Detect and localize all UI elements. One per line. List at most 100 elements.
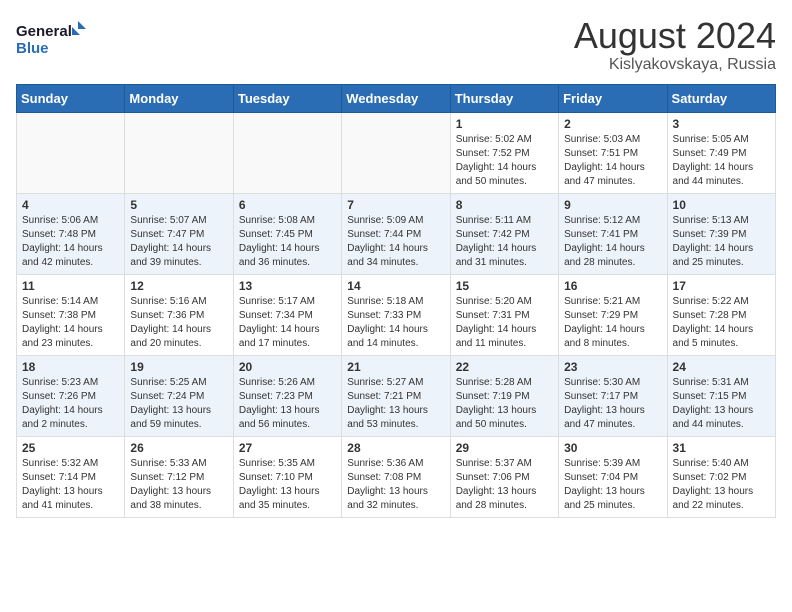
weekday-header-tuesday: Tuesday — [233, 84, 341, 112]
title-block: August 2024 Kislyakovskaya, Russia — [574, 16, 776, 74]
calendar-cell: 2Sunrise: 5:03 AM Sunset: 7:51 PM Daylig… — [559, 112, 667, 193]
calendar-cell: 14 Sunrise: 5:18 AM Sunset: 7:33 PM Dayli… — [342, 274, 450, 355]
day-info: Sunrise: 5:39 AM Sunset: 7:04 PM Dayligh… — [564, 457, 661, 513]
day-number: 16 — [564, 279, 661, 293]
weekday-header-sunday: Sunday — [17, 84, 125, 112]
calendar-cell: 31Sunrise: 5:40 AM Sunset: 7:02 PM Dayli… — [667, 436, 775, 517]
day-info: Sunrise: 5:02 AM Sunset: 7:52 PM Dayligh… — [456, 133, 553, 189]
day-info: Sunrise: 5:23 AM Sunset: 7:26 PM Dayligh… — [22, 376, 119, 432]
day-number: 12 — [130, 279, 227, 293]
day-number: 10 — [673, 198, 770, 212]
day-info: Sunrise: 5:09 AM Sunset: 7:44 PM Dayligh… — [347, 214, 444, 270]
svg-text:Blue: Blue — [16, 40, 49, 57]
day-info: Sunrise: 5:25 AM Sunset: 7:24 PM Dayligh… — [130, 376, 227, 432]
weekday-header-friday: Friday — [559, 84, 667, 112]
month-year: August 2024 — [574, 16, 776, 56]
calendar-cell: 20 Sunrise: 5:26 AM Sunset: 7:23 PM Dayli… — [233, 355, 341, 436]
day-number: 20 — [239, 360, 336, 374]
week-row-4: 18 Sunrise: 5:23 AM Sunset: 7:26 PM Dayli… — [17, 355, 776, 436]
day-number: 3 — [673, 117, 770, 131]
day-info: Sunrise: 5:22 AM Sunset: 7:28 PM Dayligh… — [673, 295, 770, 351]
day-info: Sunrise: 5:06 AM Sunset: 7:48 PM Dayligh… — [22, 214, 119, 270]
day-info: Sunrise: 5:12 AM Sunset: 7:41 PM Dayligh… — [564, 214, 661, 270]
day-number: 4 — [22, 198, 119, 212]
day-info: Sunrise: 5:13 AM Sunset: 7:39 PM Dayligh… — [673, 214, 770, 270]
svg-text:General: General — [16, 23, 72, 40]
calendar-cell: 9 Sunrise: 5:12 AM Sunset: 7:41 PM Daylig… — [559, 193, 667, 274]
day-number: 28 — [347, 441, 444, 455]
calendar-cell: 29Sunrise: 5:37 AM Sunset: 7:06 PM Dayli… — [450, 436, 558, 517]
day-number: 26 — [130, 441, 227, 455]
calendar-cell: 16 Sunrise: 5:21 AM Sunset: 7:29 PM Dayli… — [559, 274, 667, 355]
week-row-2: 4 Sunrise: 5:06 AM Sunset: 7:48 PM Daylig… — [17, 193, 776, 274]
logo-svg: General Blue — [16, 16, 86, 60]
weekday-header-wednesday: Wednesday — [342, 84, 450, 112]
day-info: Sunrise: 5:18 AM Sunset: 7:33 PM Dayligh… — [347, 295, 444, 351]
calendar-cell — [125, 112, 233, 193]
day-info: Sunrise: 5:14 AM Sunset: 7:38 PM Dayligh… — [22, 295, 119, 351]
weekday-header-saturday: Saturday — [667, 84, 775, 112]
calendar-cell: 21 Sunrise: 5:27 AM Sunset: 7:21 PM Dayli… — [342, 355, 450, 436]
day-number: 31 — [673, 441, 770, 455]
day-number: 1 — [456, 117, 553, 131]
calendar-cell: 5 Sunrise: 5:07 AM Sunset: 7:47 PM Daylig… — [125, 193, 233, 274]
calendar-cell: 30 Sunrise: 5:39 AM Sunset: 7:04 PM Dayli… — [559, 436, 667, 517]
day-info: Sunrise: 5:36 AM Sunset: 7:08 PM Dayligh… — [347, 457, 444, 513]
calendar-cell: 17 Sunrise: 5:22 AM Sunset: 7:28 PM Dayli… — [667, 274, 775, 355]
day-info: Sunrise: 5:20 AM Sunset: 7:31 PM Dayligh… — [456, 295, 553, 351]
day-info: Sunrise: 5:26 AM Sunset: 7:23 PM Dayligh… — [239, 376, 336, 432]
day-number: 17 — [673, 279, 770, 293]
calendar-cell: 28 Sunrise: 5:36 AM Sunset: 7:08 PM Dayli… — [342, 436, 450, 517]
page-header: General Blue August 2024 Kislyakovskaya,… — [16, 16, 776, 74]
calendar-cell: 1 Sunrise: 5:02 AM Sunset: 7:52 PM Daylig… — [450, 112, 558, 193]
day-info: Sunrise: 5:30 AM Sunset: 7:17 PM Dayligh… — [564, 376, 661, 432]
location: Kislyakovskaya, Russia — [574, 56, 776, 74]
day-number: 15 — [456, 279, 553, 293]
calendar-cell: 10 Sunrise: 5:13 AM Sunset: 7:39 PM Dayli… — [667, 193, 775, 274]
calendar-cell: 25Sunrise: 5:32 AM Sunset: 7:14 PM Dayli… — [17, 436, 125, 517]
day-info: Sunrise: 5:05 AM Sunset: 7:49 PM Dayligh… — [673, 133, 770, 189]
day-number: 30 — [564, 441, 661, 455]
day-info: Sunrise: 5:27 AM Sunset: 7:21 PM Dayligh… — [347, 376, 444, 432]
calendar-cell: 11 Sunrise: 5:14 AM Sunset: 7:38 PM Dayli… — [17, 274, 125, 355]
day-number: 13 — [239, 279, 336, 293]
calendar-cell: 8 Sunrise: 5:11 AM Sunset: 7:42 PM Daylig… — [450, 193, 558, 274]
calendar-cell: 24 Sunrise: 5:31 AM Sunset: 7:15 PM Dayli… — [667, 355, 775, 436]
day-number: 2 — [564, 117, 661, 131]
calendar-cell: 13Sunrise: 5:17 AM Sunset: 7:34 PM Dayli… — [233, 274, 341, 355]
calendar-cell: 23Sunrise: 5:30 AM Sunset: 7:17 PM Dayli… — [559, 355, 667, 436]
day-info: Sunrise: 5:21 AM Sunset: 7:29 PM Dayligh… — [564, 295, 661, 351]
day-number: 25 — [22, 441, 119, 455]
calendar-cell: 7 Sunrise: 5:09 AM Sunset: 7:44 PM Daylig… — [342, 193, 450, 274]
day-info: Sunrise: 5:11 AM Sunset: 7:42 PM Dayligh… — [456, 214, 553, 270]
logo: General Blue — [16, 16, 86, 60]
day-number: 7 — [347, 198, 444, 212]
day-info: Sunrise: 5:31 AM Sunset: 7:15 PM Dayligh… — [673, 376, 770, 432]
day-info: Sunrise: 5:33 AM Sunset: 7:12 PM Dayligh… — [130, 457, 227, 513]
day-number: 9 — [564, 198, 661, 212]
calendar-cell — [17, 112, 125, 193]
calendar-cell — [233, 112, 341, 193]
day-info: Sunrise: 5:08 AM Sunset: 7:45 PM Dayligh… — [239, 214, 336, 270]
calendar-cell: 26 Sunrise: 5:33 AM Sunset: 7:12 PM Dayli… — [125, 436, 233, 517]
day-number: 24 — [673, 360, 770, 374]
day-number: 8 — [456, 198, 553, 212]
calendar-cell: 12 Sunrise: 5:16 AM Sunset: 7:36 PM Dayli… — [125, 274, 233, 355]
day-number: 5 — [130, 198, 227, 212]
day-info: Sunrise: 5:16 AM Sunset: 7:36 PM Dayligh… — [130, 295, 227, 351]
day-info: Sunrise: 5:28 AM Sunset: 7:19 PM Dayligh… — [456, 376, 553, 432]
week-row-3: 11 Sunrise: 5:14 AM Sunset: 7:38 PM Dayli… — [17, 274, 776, 355]
calendar-cell: 27Sunrise: 5:35 AM Sunset: 7:10 PM Dayli… — [233, 436, 341, 517]
week-row-5: 25Sunrise: 5:32 AM Sunset: 7:14 PM Dayli… — [17, 436, 776, 517]
weekday-header-monday: Monday — [125, 84, 233, 112]
day-number: 18 — [22, 360, 119, 374]
week-row-1: 1 Sunrise: 5:02 AM Sunset: 7:52 PM Daylig… — [17, 112, 776, 193]
day-info: Sunrise: 5:07 AM Sunset: 7:47 PM Dayligh… — [130, 214, 227, 270]
day-number: 21 — [347, 360, 444, 374]
day-number: 14 — [347, 279, 444, 293]
day-number: 19 — [130, 360, 227, 374]
calendar-cell — [342, 112, 450, 193]
weekday-header-row: SundayMondayTuesdayWednesdayThursdayFrid… — [17, 84, 776, 112]
day-number: 11 — [22, 279, 119, 293]
weekday-header-thursday: Thursday — [450, 84, 558, 112]
